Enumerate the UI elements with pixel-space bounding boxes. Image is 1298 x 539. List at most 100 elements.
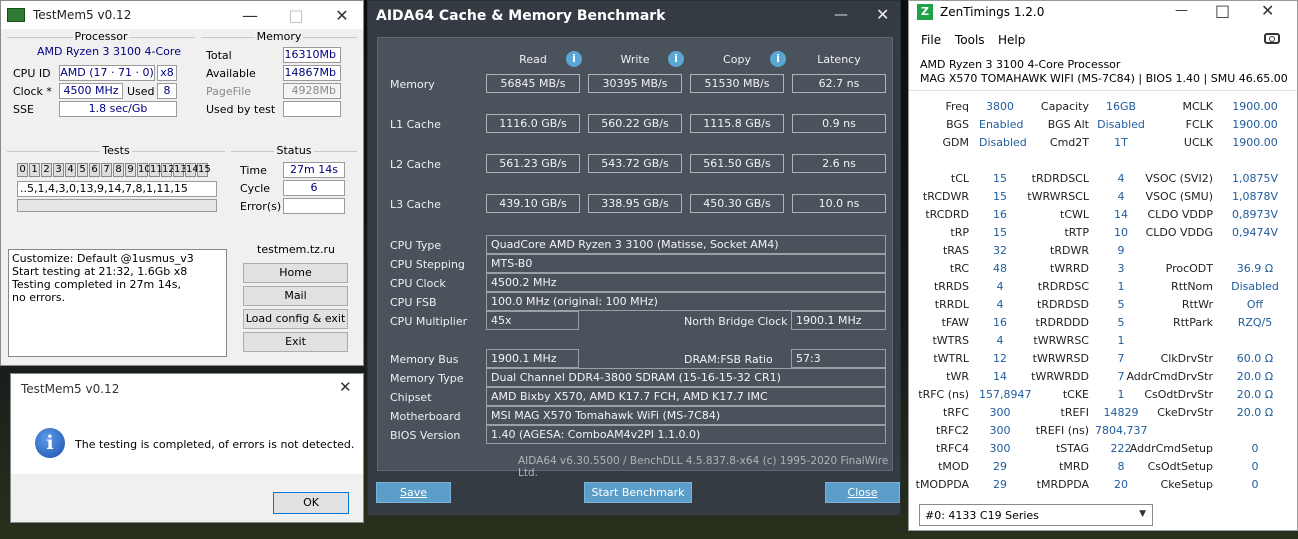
timing-value: 0 (1251, 478, 1259, 491)
available-label: Available (206, 67, 256, 80)
timing-label: tWRWRSC (1033, 334, 1089, 347)
timing-value: 8 (1117, 460, 1125, 473)
ok-button[interactable]: OK (273, 492, 349, 514)
timing-label: VSOC (SMU) (1145, 190, 1213, 203)
dram-ratio-label: DRAM:FSB Ratio (684, 353, 773, 366)
timing-label: tRDRDSC (1037, 280, 1089, 293)
exit-button[interactable]: Exit (243, 332, 348, 352)
timing-label: VSOC (SVI2) (1145, 172, 1213, 185)
timing-value: 0,9474V (1231, 226, 1278, 239)
nb-clock-value: 1900.1 MHz (791, 311, 886, 330)
time-label: Time (240, 164, 267, 177)
log-textbox[interactable]: Customize: Default @1usmus_v3 Start testi… (8, 249, 227, 357)
timing-value: 10 (1114, 226, 1128, 239)
timing-value: 15 (993, 190, 1007, 203)
test-cell: 14 (185, 163, 199, 177)
test-cell: 1 (29, 163, 40, 177)
timing-label: tRDRDDD (1035, 316, 1089, 329)
chevron-down-icon: ▼ (1139, 509, 1146, 519)
timing-label: tMODPDA (915, 478, 969, 491)
test-cell: 4 (65, 163, 76, 177)
timing-label: CsOdtSetup (1147, 460, 1213, 473)
timing-value: 5 (1117, 298, 1125, 311)
benchmark-value: 439.10 GB/s (486, 194, 580, 213)
timing-value: 1900.00 (1232, 136, 1278, 149)
zen-close-button[interactable]: ✕ (1261, 1, 1274, 20)
timing-label: ProcODT (1165, 262, 1213, 275)
motherboard-label: Motherboard (390, 410, 461, 423)
start-benchmark-button[interactable]: Start Benchmark (584, 482, 692, 503)
dialog-close-button[interactable]: ✕ (339, 378, 352, 396)
close-button[interactable]: ✕ (319, 1, 365, 29)
timing-value: 7 (1117, 352, 1125, 365)
usedby-label: Used by test (206, 103, 276, 116)
cpu-stepping-value: MTS-B0 (486, 254, 886, 273)
timing-label: tCL (950, 172, 969, 185)
aida-minimize-button[interactable]: — (834, 7, 848, 23)
zen-maximize-button[interactable]: □ (1215, 1, 1230, 20)
timing-label: tRAS (942, 244, 969, 257)
home-button[interactable]: Home (243, 263, 348, 283)
test-cell: 0 (17, 163, 28, 177)
timing-value: Disabled (1231, 280, 1279, 293)
minimize-button[interactable]: — (227, 1, 273, 29)
timing-label: tMRD (1059, 460, 1089, 473)
timing-value: 1,0878V (1231, 190, 1278, 203)
timing-value: 157,8947 (979, 388, 1032, 401)
timing-value: 12 (993, 352, 1007, 365)
testmem-window: TestMem5 v0.12 — □ ✕ Processor AMD Ryzen… (0, 0, 364, 366)
time-value: 27m 14s (283, 162, 345, 178)
timing-label: tWRWRSD (1032, 352, 1089, 365)
test-sequence: ..5,1,4,3,0,13,9,14,7,8,1,11,15 (17, 181, 217, 197)
log-line: Start testing at 21:32, 1.6Gb x8 (12, 265, 188, 278)
timing-value: 0 (1251, 442, 1259, 455)
timing-label: ClkDrvStr (1160, 352, 1213, 365)
timing-label: tMRDPDA (1036, 478, 1089, 491)
zen-cpu: AMD Ryzen 3 3100 4-Core Processor (920, 58, 1121, 71)
zen-minimize-button[interactable]: — (1175, 3, 1188, 18)
test-cell: 6 (89, 163, 100, 177)
benchmark-value: 0.9 ns (792, 114, 886, 133)
zen-divider (909, 90, 1297, 91)
clock-value: 4500 MHz (59, 83, 123, 99)
timing-label: tWR (946, 370, 969, 383)
camera-icon[interactable] (1264, 33, 1280, 44)
timing-value: 300 (989, 424, 1011, 437)
load-config-button[interactable]: Load config & exit (243, 309, 348, 329)
timing-label: tRRDL (934, 298, 969, 311)
info-icon[interactable]: i (668, 51, 684, 67)
timing-label: tRP (950, 226, 969, 239)
mail-button[interactable]: Mail (243, 286, 348, 306)
menu-tools[interactable]: Tools (955, 33, 985, 47)
profile-select[interactable]: #0: 4133 C19 Series ▼ (919, 504, 1153, 526)
info-icon[interactable]: i (566, 51, 582, 67)
maximize-button[interactable]: □ (273, 1, 319, 29)
timing-label: tRCDRD (925, 208, 969, 221)
menu-file[interactable]: File (921, 33, 941, 47)
menu-help[interactable]: Help (998, 33, 1025, 47)
timing-label: tRDWR (1050, 244, 1089, 257)
timing-value: 14 (1114, 208, 1128, 221)
timing-label: UCLK (1183, 136, 1213, 149)
zen-app-icon: Z (917, 4, 933, 20)
info-icon[interactable]: i (770, 51, 786, 67)
timing-value: 1900.00 (1232, 118, 1278, 131)
clock-label: Clock * (13, 85, 52, 98)
benchmark-value: 1116.0 GB/s (486, 114, 580, 133)
test-cell: 2 (41, 163, 52, 177)
timing-value: 1T (1114, 136, 1128, 149)
timing-value: RZQ/5 (1237, 316, 1273, 329)
save-button[interactable]: Save (376, 482, 451, 503)
testmem-titlebar: TestMem5 v0.12 — □ ✕ (1, 1, 363, 29)
cpu-fsb-label: CPU FSB (390, 296, 437, 309)
aida-close-button[interactable]: ✕ (876, 5, 889, 24)
timing-value: Enabled (979, 118, 1024, 131)
aida-close-dialog-button[interactable]: Close (825, 482, 900, 503)
test-cell: 9 (125, 163, 136, 177)
chipset-label: Chipset (390, 391, 432, 404)
benchmark-row-label: L3 Cache (390, 198, 441, 211)
timing-value: 4 (1117, 190, 1125, 203)
timing-value: 300 (989, 442, 1011, 455)
test-cell: 11 (149, 163, 163, 177)
test-cell: 8 (113, 163, 124, 177)
